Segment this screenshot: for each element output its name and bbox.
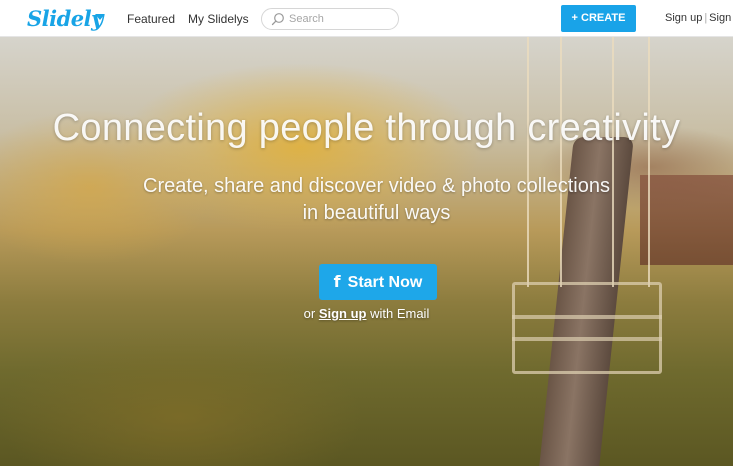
auth-separator: |	[704, 12, 708, 24]
hero-title: Connecting people through creativity	[52, 107, 681, 149]
email-prefix: or	[303, 306, 319, 321]
start-now-label: Start Now	[347, 274, 423, 291]
swing-rope	[648, 37, 650, 287]
create-button[interactable]: + CREATE	[561, 5, 636, 32]
swing-rail	[512, 337, 662, 341]
swing-rope	[527, 37, 529, 287]
hero-subtitle: Create, share and discover video & photo…	[110, 173, 643, 227]
nav-featured-link[interactable]: Featured	[127, 12, 175, 26]
background-shed	[640, 175, 733, 265]
email-suffix: with Email	[366, 306, 430, 321]
email-sign-up-link[interactable]: Sign up	[319, 306, 367, 321]
search-box[interactable]	[261, 8, 399, 30]
facebook-icon: f	[333, 272, 341, 291]
swing-rope	[560, 37, 562, 287]
slidely-logo[interactable]: Slidely	[27, 6, 103, 31]
top-navigation-bar: Slidely Featured My Slidelys + CREATE Si…	[0, 0, 733, 37]
search-input[interactable]	[289, 11, 389, 27]
hero-banner: Connecting people through creativity Cre…	[0, 37, 733, 466]
search-icon	[271, 13, 284, 26]
chevron-down-icon[interactable]	[95, 14, 105, 20]
start-now-button[interactable]: f Start Now	[319, 264, 437, 300]
email-signup-line: or Sign up with Email	[0, 306, 733, 321]
swing-rope	[612, 37, 614, 287]
sign-in-link[interactable]: Sign in	[709, 12, 733, 24]
background-swing	[512, 282, 662, 374]
nav-my-slidelys-link[interactable]: My Slidelys	[188, 12, 249, 26]
sign-up-link[interactable]: Sign up	[665, 12, 702, 24]
hero-subtitle-line: Create, share and discover video & photo…	[143, 175, 610, 197]
hero-subtitle-line: in beautiful ways	[302, 202, 451, 224]
auth-links: Sign up|Sign in	[665, 12, 733, 24]
